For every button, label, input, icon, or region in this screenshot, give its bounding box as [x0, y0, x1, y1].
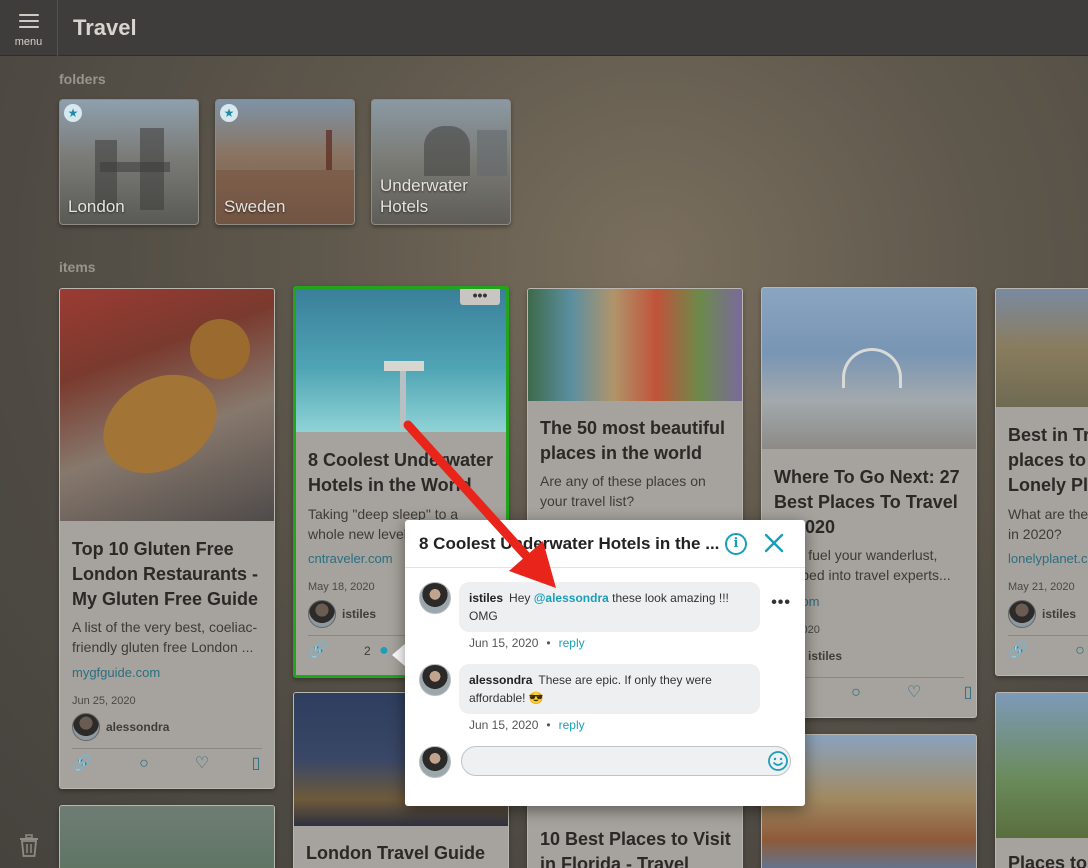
card-title[interactable]: The 50 most beautiful places in the worl… [540, 416, 732, 466]
menu-button[interactable]: menu [0, 0, 58, 56]
card-title[interactable]: London Travel Guide [306, 841, 498, 866]
emoji-icon[interactable] [767, 750, 789, 772]
item-card[interactable]: Places to [995, 692, 1088, 868]
card-user[interactable]: alessondra [72, 713, 169, 743]
card-actions: 🔗 ○ [1008, 635, 1088, 659]
avatar [72, 713, 100, 741]
link-icon[interactable]: 🔗 [308, 642, 328, 660]
comment-meta: Jun 15, 2020 • reply [469, 636, 585, 650]
comment-author[interactable]: alessondra [469, 673, 532, 687]
popup-pointer [392, 643, 406, 667]
folder-sweden[interactable]: ★ Sweden [215, 99, 355, 225]
card-image [296, 289, 506, 432]
comment-bubble: alessondra These are epic. If only they w… [459, 664, 760, 714]
comment-text: Hey [509, 591, 534, 605]
card-image [60, 806, 274, 868]
card-source-link[interactable]: mygfguide.com [72, 665, 160, 680]
comment-count: 2 [364, 644, 371, 658]
card-image [996, 289, 1088, 407]
card-actions: 🔗 ○ ♡ ▯ [72, 748, 262, 772]
user-name: alessondra [106, 720, 170, 734]
avatar [419, 746, 451, 778]
card-source-link[interactable]: cntraveler.com [308, 551, 393, 566]
card-description: A list of the very best, coeliac-friendl… [72, 619, 258, 655]
item-card[interactable]: Best in Travel: the best places to visit… [995, 288, 1088, 676]
page-title: Travel [73, 15, 137, 40]
comment-date: Jun 15, 2020 [469, 718, 539, 732]
user-name: istiles [808, 649, 843, 663]
card-title[interactable]: Top 10 Gluten Free London Restaurants - … [72, 537, 264, 612]
comment-filled-icon[interactable]: ● [374, 642, 394, 660]
card-description: What are the best places to visit in 202… [1008, 506, 1088, 542]
heart-plus-icon[interactable]: ♡ [904, 684, 924, 702]
item-card[interactable]: The 50 most beautiful places in the worl… [527, 288, 743, 528]
trash-icon[interactable] [18, 834, 40, 858]
book-icon[interactable]: ▯ [958, 684, 976, 702]
comment-more-button[interactable]: ••• [771, 594, 791, 612]
comment-icon[interactable]: ○ [1070, 642, 1088, 660]
user-name: istiles [1042, 607, 1077, 621]
items-heading: items [59, 259, 96, 275]
avatar [308, 600, 336, 628]
star-icon: ★ [220, 104, 238, 122]
comment-item: alessondra These are epic. If only they w… [419, 664, 791, 736]
card-image [60, 289, 274, 521]
top-bar: menu Travel [0, 0, 1088, 56]
card-user[interactable]: istiles [308, 600, 376, 630]
item-card[interactable] [59, 805, 275, 868]
avatar [419, 582, 451, 614]
close-icon[interactable] [761, 530, 787, 556]
new-comment-row [419, 746, 791, 780]
book-icon[interactable]: ▯ [246, 755, 266, 773]
card-title[interactable]: Best in Travel: the best places to visit… [1008, 423, 1088, 498]
reply-link[interactable]: reply [559, 718, 585, 732]
avatar [1008, 600, 1036, 628]
item-card[interactable]: Top 10 Gluten Free London Restaurants - … [59, 288, 275, 789]
heart-plus-icon[interactable]: ♡ [192, 755, 212, 773]
card-source-link[interactable]: lonelyplanet.com [1008, 551, 1088, 566]
comment-icon[interactable]: ○ [134, 755, 154, 773]
card-image [528, 289, 742, 401]
comment-item: istiles Hey @alessondra these look amazin… [419, 582, 791, 654]
card-description: Are any of these places on your travel l… [540, 473, 706, 509]
avatar [419, 664, 451, 696]
card-title[interactable]: 10 Best Places to Visit in Florida - Tra… [540, 827, 732, 868]
comment-author[interactable]: istiles [469, 591, 503, 605]
folder-london[interactable]: ★ London [59, 99, 199, 225]
card-date: Jun 25, 2020 [72, 695, 136, 707]
card-date: May 21, 2020 [1008, 581, 1075, 593]
folder-name: London [68, 197, 125, 216]
info-icon[interactable]: i [725, 533, 747, 555]
link-icon[interactable]: 🔗 [1008, 642, 1028, 660]
card-date: May 18, 2020 [308, 581, 375, 593]
folder-name: Sweden [224, 197, 286, 216]
folder-name: Underwater Hotels [380, 176, 468, 216]
card-more-button[interactable]: ••• [460, 289, 500, 305]
card-image [996, 693, 1088, 838]
popup-header: 8 Coolest Underwater Hotels in the ... i [405, 520, 805, 568]
mention-link[interactable]: @alessondra [534, 591, 609, 605]
popup-title: 8 Coolest Underwater Hotels in the ... [419, 534, 720, 553]
comment-bubble: istiles Hey @alessondra these look amazin… [459, 582, 760, 632]
menu-label: menu [14, 36, 43, 48]
comment-date: Jun 15, 2020 [469, 636, 539, 650]
item-card[interactable]: 10 Best Places to Visit in Florida - Tra… [527, 800, 743, 868]
meta-separator: • [546, 636, 551, 650]
folder-underwater-hotels[interactable]: Underwater Hotels [371, 99, 511, 225]
comments-popup: 8 Coolest Underwater Hotels in the ... i… [405, 520, 805, 806]
card-title[interactable]: 8 Coolest Underwater Hotels in the World [308, 448, 496, 498]
folders-heading: folders [59, 71, 106, 87]
meta-separator: • [546, 718, 551, 732]
star-icon: ★ [64, 104, 82, 122]
card-user[interactable]: istiles [1008, 600, 1076, 630]
link-icon[interactable]: 🔗 [72, 755, 92, 773]
reply-link[interactable]: reply [559, 636, 585, 650]
card-image [762, 288, 976, 449]
comment-icon[interactable]: ○ [846, 684, 866, 702]
user-name: istiles [342, 607, 377, 621]
comment-meta: Jun 15, 2020 • reply [469, 718, 585, 732]
new-comment-input[interactable] [461, 746, 791, 776]
hamburger-icon [19, 14, 39, 28]
card-title[interactable]: Places to [1008, 851, 1088, 868]
